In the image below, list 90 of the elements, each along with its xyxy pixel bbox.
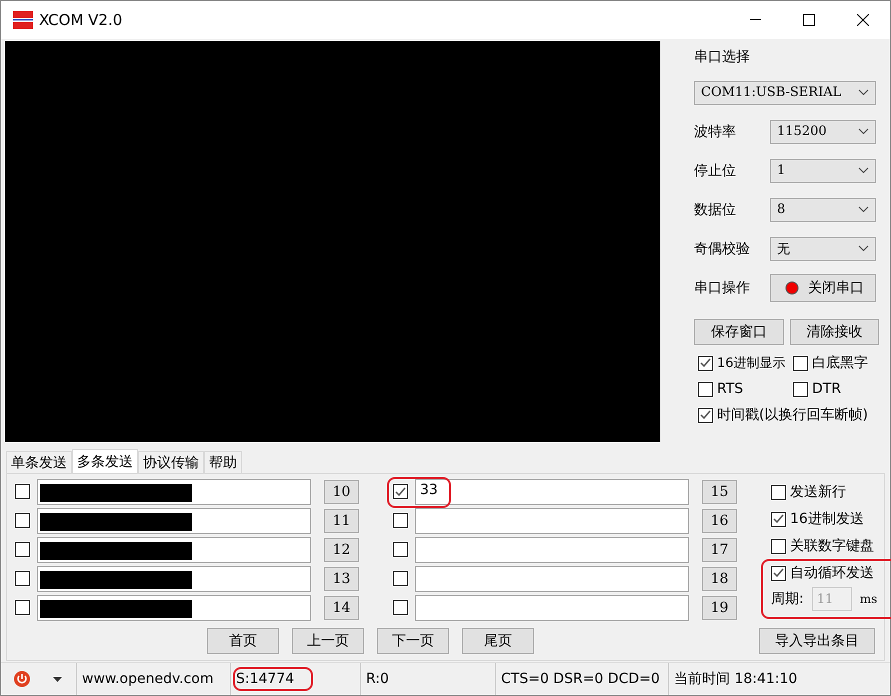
window-title: XCOM V2.0 (39, 11, 124, 29)
chevron-down-icon (858, 128, 869, 135)
setting-label: 数据位 (694, 200, 736, 218)
checkbox[interactable] (771, 512, 786, 526)
option-label: 16进制发送 (790, 510, 864, 528)
send-entry-button[interactable]: 11 (324, 508, 359, 532)
send-entry-button[interactable]: 17 (702, 538, 737, 562)
page-button[interactable]: 首页 (207, 628, 279, 654)
line-status: CTS=0 DSR=0 DCD=0 (501, 671, 660, 687)
tab[interactable]: 协议传输 (138, 451, 204, 473)
setting-select[interactable]: 无 (770, 236, 876, 260)
current-time: 当前时间 18:41:10 (674, 670, 798, 688)
checkbox[interactable] (393, 571, 408, 586)
option-label: 关联数字键盘 (790, 537, 874, 555)
send-entry-button[interactable]: 10 (324, 480, 359, 504)
checkbox[interactable] (793, 382, 808, 396)
send-field[interactable] (415, 508, 689, 534)
option-label: 自动循环发送 (790, 564, 874, 582)
setting-label: 波特率 (694, 122, 736, 140)
tab[interactable]: 单条发送 (6, 451, 72, 473)
send-field[interactable]: 33 (415, 478, 689, 504)
send-entry-button[interactable]: 15 (702, 480, 737, 504)
minimize-icon (750, 19, 760, 21)
power-icon[interactable] (13, 670, 31, 688)
setting-label: 停止位 (694, 162, 736, 180)
checkbox[interactable] (393, 600, 408, 615)
setting-select[interactable]: 115200 (770, 120, 876, 144)
website-link[interactable]: www.openedv.com (82, 671, 214, 687)
send-entry-button[interactable]: 14 (324, 596, 359, 620)
send-field[interactable] (415, 536, 689, 562)
send-entry-button[interactable]: 16 (702, 508, 737, 532)
chevron-down-icon (858, 89, 869, 96)
chevron-down-icon (858, 206, 869, 213)
checkbox[interactable] (698, 382, 713, 396)
option-label: 发送新行 (790, 483, 846, 501)
send-entry-button[interactable]: 12 (324, 538, 359, 562)
checkbox[interactable] (393, 542, 408, 557)
received-count: R:0 (366, 671, 389, 687)
option-label: DTR (812, 381, 842, 397)
option-label: 16进制显示 (717, 355, 786, 372)
option-label: 时间戳(以换行回车断帧) (717, 406, 868, 424)
import-export-button[interactable]: 导入导出条目 (759, 628, 875, 654)
port-toggle-button[interactable]: 关闭串口 (770, 274, 876, 302)
close-icon (857, 14, 869, 26)
checkbox[interactable] (15, 600, 30, 615)
setting-select[interactable]: 8 (770, 198, 876, 222)
checkbox[interactable] (15, 484, 30, 499)
logo-icon (13, 10, 33, 30)
send-field[interactable] (37, 536, 311, 562)
checkbox[interactable] (793, 356, 808, 370)
setting-label: 奇偶校验 (694, 240, 750, 258)
dropdown-icon[interactable] (53, 676, 62, 682)
page-button[interactable]: 上一页 (292, 628, 364, 654)
section-label: 串口选择 (694, 48, 750, 66)
receive-button[interactable]: 清除接收 (790, 319, 879, 345)
setting-label: 串口操作 (694, 278, 750, 296)
checkbox[interactable] (698, 408, 713, 422)
send-field[interactable] (37, 508, 311, 534)
period-label: 周期: (771, 590, 804, 608)
checkbox[interactable] (15, 571, 30, 586)
send-entry-button[interactable]: 13 (324, 566, 359, 590)
checkbox[interactable] (15, 542, 30, 557)
tab[interactable]: 多条发送 (72, 449, 138, 473)
tab[interactable]: 帮助 (204, 451, 242, 473)
checkbox[interactable] (771, 484, 786, 500)
maximize-icon (803, 14, 815, 26)
checkbox[interactable] (393, 484, 408, 499)
checkbox[interactable] (771, 538, 786, 554)
sent-count: S:14774 (236, 671, 294, 687)
page-button[interactable]: 下一页 (377, 628, 449, 654)
send-field[interactable] (37, 566, 311, 592)
send-field[interactable] (37, 478, 311, 504)
option-label: RTS (717, 381, 744, 397)
option-label: 白底黑字 (812, 354, 868, 372)
send-field[interactable] (415, 566, 689, 592)
send-entry-button[interactable]: 19 (702, 596, 737, 620)
send-field[interactable] (415, 594, 689, 620)
checkbox[interactable] (698, 356, 713, 370)
checkbox[interactable] (15, 513, 30, 528)
port-select[interactable]: COM11:USB-SERIAL (694, 80, 876, 104)
chevron-down-icon (858, 245, 869, 252)
unit-label: ms (860, 592, 878, 606)
checkbox[interactable] (393, 513, 408, 528)
checkbox[interactable] (771, 566, 786, 580)
send-entry-button[interactable]: 18 (702, 566, 737, 590)
setting-select[interactable]: 1 (770, 158, 876, 182)
page-button[interactable]: 尾页 (462, 628, 534, 654)
receive-button[interactable]: 保存窗口 (694, 319, 784, 345)
send-field[interactable] (37, 594, 311, 620)
chevron-down-icon (858, 167, 869, 174)
